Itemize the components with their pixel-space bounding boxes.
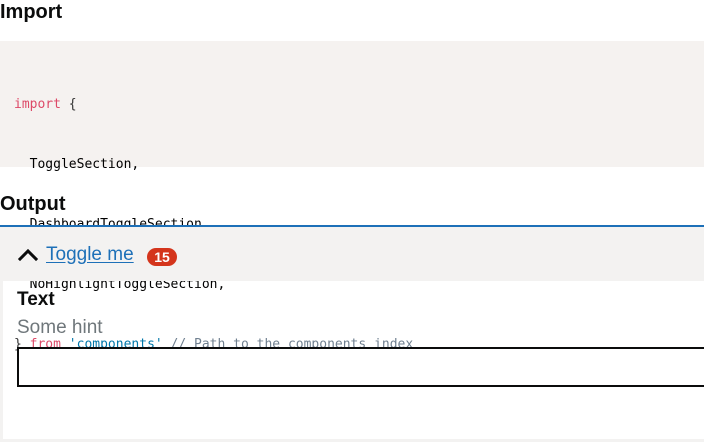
import-heading: Import [0,1,63,23]
output-heading: Output [0,193,66,215]
code-line-2: ToggleSection, [14,157,140,172]
toggle-link[interactable]: Toggle me [46,244,134,266]
code-keyword-import: import [14,97,61,112]
toggle-section: Toggle me 15 Text Some hint [0,225,704,442]
count-badge: 15 [147,248,177,266]
chevron-up-icon[interactable] [18,247,38,261]
toggle-header[interactable]: Toggle me 15 [0,225,704,281]
code-line-1: import { [14,95,704,115]
text-input[interactable] [17,347,704,387]
text-field-label: Text [17,289,55,310]
toggle-body: Text Some hint [0,281,704,442]
page: Import import { ToggleSection, Dashboard… [0,0,704,442]
code-block: import { ToggleSection, DashboardToggleS… [0,41,704,352]
text-field-hint: Some hint [17,317,103,338]
code-brace-open: { [60,97,77,112]
